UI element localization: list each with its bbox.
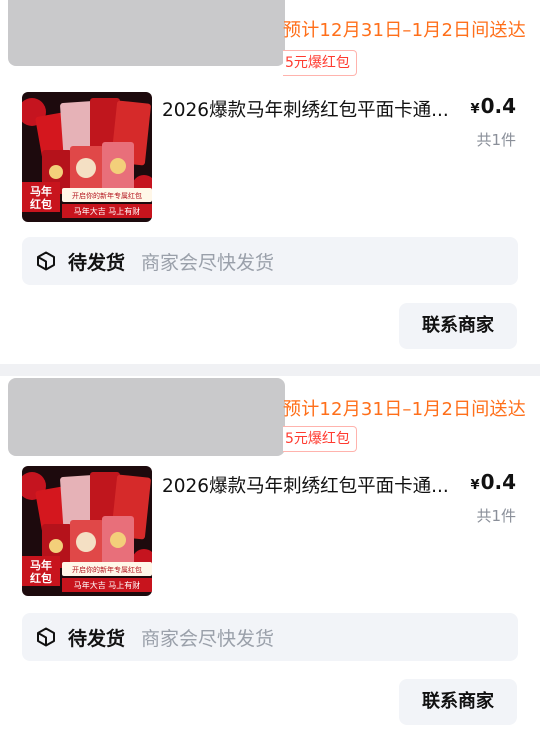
delivery-estimate: 预计12月31日–1月2日间送达 (283, 20, 526, 41)
product-price: ¥0.4 (471, 94, 516, 118)
product-thumbnail[interactable]: 马年 红包 开启你的新年专属红包 马年大吉 马上有财 (22, 466, 152, 596)
coupon-badge: 5元爆红包 (283, 426, 357, 452)
order-status-bar[interactable]: 待发货 商家会尽快发货 (22, 613, 518, 661)
product-title[interactable]: 2026爆款马年刺绣红包平面卡通... (162, 472, 454, 498)
item-count: 共1件 (476, 131, 516, 149)
thumb-banner-top: 开启你的新年专属红包 (72, 565, 142, 574)
thumb-badge-line2: 红包 (30, 571, 52, 585)
status-label: 待发货 (68, 628, 126, 650)
order-card[interactable]: 预计12月31日–1月2日间送达 5元爆红包 马年 红包 开启你的新年专属红包 … (0, 0, 540, 364)
red-envelope-image: 马年 红包 开启你的新年专属红包 马年大吉 马上有财 (22, 466, 152, 596)
currency-symbol: ¥ (470, 478, 480, 493)
thumb-badge-line1: 马年 (30, 558, 52, 572)
thumb-badge-line1: 马年 (30, 184, 52, 198)
redacted-block (8, 378, 285, 456)
thumb-banner-top: 开启你的新年专属红包 (72, 191, 142, 200)
delivery-estimate: 预计12月31日–1月2日间送达 (283, 399, 526, 420)
currency-symbol: ¥ (470, 102, 480, 117)
package-icon (37, 251, 55, 271)
order-card[interactable]: 预计12月31日–1月2日间送达 5元爆红包 马年 红包 开启你的新年专属红包 … (0, 376, 540, 736)
thumb-banner-bottom: 马年大吉 马上有财 (74, 580, 141, 590)
package-icon (37, 627, 55, 647)
thumb-badge-line2: 红包 (30, 197, 52, 211)
item-count: 共1件 (476, 507, 516, 525)
product-title[interactable]: 2026爆款马年刺绣红包平面卡通... (162, 96, 454, 122)
price-value: 0.4 (480, 470, 516, 494)
status-label: 待发货 (68, 252, 126, 274)
status-description: 商家会尽快发货 (141, 252, 275, 274)
contact-seller-button[interactable]: 联系商家 (399, 303, 517, 349)
coupon-badge: 5元爆红包 (283, 50, 357, 76)
price-value: 0.4 (480, 94, 516, 118)
contact-seller-button[interactable]: 联系商家 (399, 679, 517, 725)
product-price: ¥0.4 (471, 470, 516, 494)
thumb-banner-bottom: 马年大吉 马上有财 (74, 206, 141, 216)
redacted-block (8, 0, 285, 66)
red-envelope-image: 马年 红包 开启你的新年专属红包 马年大吉 马上有财 (22, 92, 152, 222)
order-status-bar[interactable]: 待发货 商家会尽快发货 (22, 237, 518, 285)
product-thumbnail[interactable]: 马年 红包 开启你的新年专属红包 马年大吉 马上有财 (22, 92, 152, 222)
status-description: 商家会尽快发货 (141, 628, 275, 650)
